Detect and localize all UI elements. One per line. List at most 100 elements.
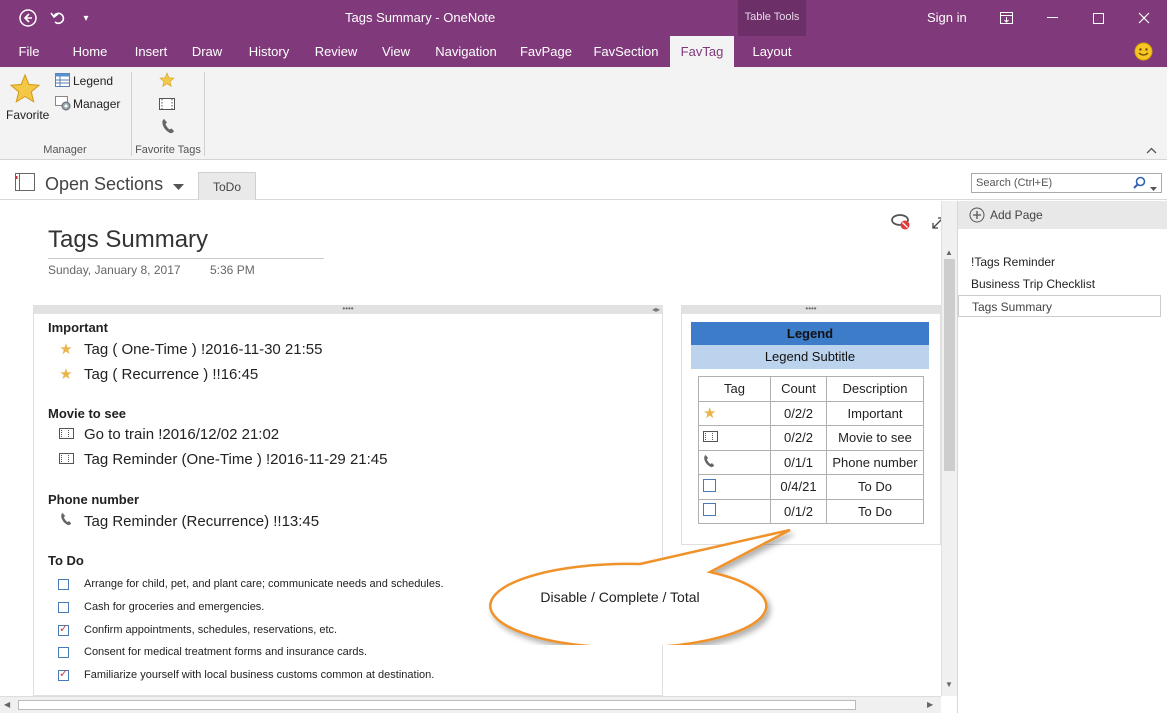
callout-text: Disable / Complete / Total: [540, 589, 700, 605]
scroll-down-icon[interactable]: ▼: [945, 680, 953, 689]
quick-access-dropdown-icon[interactable]: ▾: [72, 0, 100, 36]
table-row: 0/2/2 Movie to see: [698, 425, 924, 451]
collapse-ribbon-icon[interactable]: [1146, 145, 1157, 157]
todo-item[interactable]: Confirm appointments, schedules, reserva…: [58, 622, 337, 636]
container-handle[interactable]: ••••: [682, 305, 940, 314]
scroll-up-icon[interactable]: ▲: [945, 248, 953, 257]
tab-view[interactable]: View: [377, 36, 415, 67]
star-icon: ★: [59, 366, 73, 383]
scroll-right-icon[interactable]: ▶: [927, 700, 933, 709]
favorite-button[interactable]: Favorite: [6, 108, 49, 122]
favorite-tag-film-icon[interactable]: [159, 97, 175, 115]
column-header: Count: [770, 376, 827, 402]
tab-favpage[interactable]: FavPage: [516, 36, 576, 67]
page-item-selected[interactable]: Tags Summary: [958, 295, 1161, 317]
tab-layout[interactable]: Layout: [744, 36, 800, 67]
tab-favtag[interactable]: FavTag: [670, 36, 734, 67]
list-item[interactable]: Go to train !2016/12/02 21:02: [58, 426, 279, 443]
open-sections-dropdown[interactable]: Open Sections: [45, 174, 163, 195]
reminder-disabled-icon[interactable]: [890, 213, 912, 236]
scroll-left-icon[interactable]: ◀: [4, 700, 10, 709]
legend-table-icon[interactable]: [55, 73, 70, 92]
manager-button[interactable]: Manager: [73, 97, 120, 111]
search-scope-dropdown-icon[interactable]: [1150, 179, 1157, 197]
page-item[interactable]: Business Trip Checklist: [958, 273, 1161, 295]
sign-in-link[interactable]: Sign in: [927, 10, 967, 25]
film-icon: [58, 426, 74, 443]
legend-title: Legend: [691, 322, 929, 345]
checkbox-icon[interactable]: [58, 646, 69, 658]
title-bar: ▾ Tags Summary - OneNote Sign in: [0, 0, 1167, 36]
group-heading-todo: To Do: [48, 553, 84, 568]
todo-item[interactable]: Consent for medical treatment forms and …: [58, 646, 367, 658]
checkbox-checked-icon[interactable]: [58, 667, 69, 681]
section-tab-todo[interactable]: ToDo: [198, 172, 256, 200]
undo-icon[interactable]: [40, 0, 76, 36]
horizontal-scrollbar[interactable]: ◀ ▶: [0, 696, 941, 713]
count-cell: 0/2/2: [770, 425, 827, 451]
count-cell: 0/4/21: [770, 474, 827, 500]
legend-table: Tag Count Description ★ 0/2/2 Important …: [698, 376, 924, 524]
description-cell: Movie to see: [826, 425, 924, 451]
group-label-manager: Manager: [43, 144, 87, 156]
close-button[interactable]: [1121, 0, 1167, 36]
favorite-tag-star-icon[interactable]: [159, 72, 175, 93]
tab-home[interactable]: Home: [66, 36, 114, 67]
tab-review[interactable]: Review: [309, 36, 363, 67]
description-cell: Important: [826, 400, 924, 426]
ribbon-display-options-icon[interactable]: [983, 0, 1029, 36]
page-date: Sunday, January 8, 2017: [48, 263, 181, 277]
ribbon-separator: [204, 72, 205, 156]
tab-history[interactable]: History: [242, 36, 296, 67]
minimize-button[interactable]: [1029, 0, 1075, 36]
group-heading-movie: Movie to see: [48, 406, 127, 421]
star-icon: ★: [698, 400, 771, 426]
tab-favsection[interactable]: FavSection: [590, 36, 662, 67]
checkbox-checked-icon[interactable]: [58, 622, 69, 636]
scrollbar-thumb[interactable]: [18, 700, 856, 710]
vertical-scrollbar[interactable]: ▲ ▼: [941, 201, 957, 696]
container-resize-icon[interactable]: ◂▸: [652, 306, 660, 314]
ribbon-tab-bar: [0, 36, 1167, 67]
todo-item[interactable]: Cash for groceries and emergencies.: [58, 601, 264, 613]
page-title[interactable]: Tags Summary: [48, 226, 208, 254]
window-title: Tags Summary - OneNote: [345, 10, 496, 25]
page-item[interactable]: !Tags Reminder: [958, 251, 1161, 273]
chevron-down-icon[interactable]: [173, 178, 184, 196]
container-handle[interactable]: ••••: [34, 305, 662, 314]
phone-icon: [58, 512, 74, 530]
tab-navigation[interactable]: Navigation: [430, 36, 502, 67]
manager-gear-icon[interactable]: [55, 96, 71, 116]
title-underline: [48, 258, 324, 259]
list-item[interactable]: ★ Tag ( Recurrence ) !!16:45: [58, 365, 258, 384]
group-heading-phone: Phone number: [48, 492, 140, 507]
scrollbar-thumb[interactable]: [944, 259, 955, 471]
checkbox-icon[interactable]: [58, 578, 69, 590]
search-icon[interactable]: [1133, 176, 1146, 194]
list-item[interactable]: Tag Reminder (Recurrence) !!13:45: [58, 512, 319, 530]
legend-subtitle: Legend Subtitle: [691, 345, 929, 369]
notebook-icon[interactable]: [14, 172, 36, 197]
film-icon: [698, 425, 771, 451]
table-header-row: Tag Count Description: [698, 376, 924, 402]
add-page-plus-icon[interactable]: [969, 207, 985, 228]
favorite-star-icon[interactable]: [9, 73, 41, 110]
description-cell: To Do: [826, 498, 924, 524]
checkbox-icon[interactable]: [58, 601, 69, 613]
film-icon: [58, 451, 74, 468]
list-item[interactable]: Tag Reminder (One-Time ) !2016-11-29 21:…: [58, 451, 387, 468]
favorite-tag-phone-icon[interactable]: [161, 118, 175, 139]
tab-file[interactable]: File: [10, 36, 48, 67]
smiley-feedback-icon[interactable]: [1134, 42, 1153, 66]
group-heading-important: Important: [48, 320, 108, 335]
add-page-button[interactable]: Add Page: [958, 201, 1167, 229]
table-row: ★ 0/2/2 Important: [698, 400, 924, 426]
tab-draw[interactable]: Draw: [186, 36, 228, 67]
description-cell: Phone number: [826, 449, 924, 475]
legend-button[interactable]: Legend: [73, 74, 113, 88]
todo-item[interactable]: Familiarize yourself with local business…: [58, 667, 434, 681]
todo-item[interactable]: Arrange for child, pet, and plant care; …: [58, 578, 444, 590]
list-item[interactable]: ★ Tag ( One-Time ) !2016-11-30 21:55: [58, 340, 322, 359]
maximize-button[interactable]: [1075, 0, 1121, 36]
tab-insert[interactable]: Insert: [128, 36, 174, 67]
